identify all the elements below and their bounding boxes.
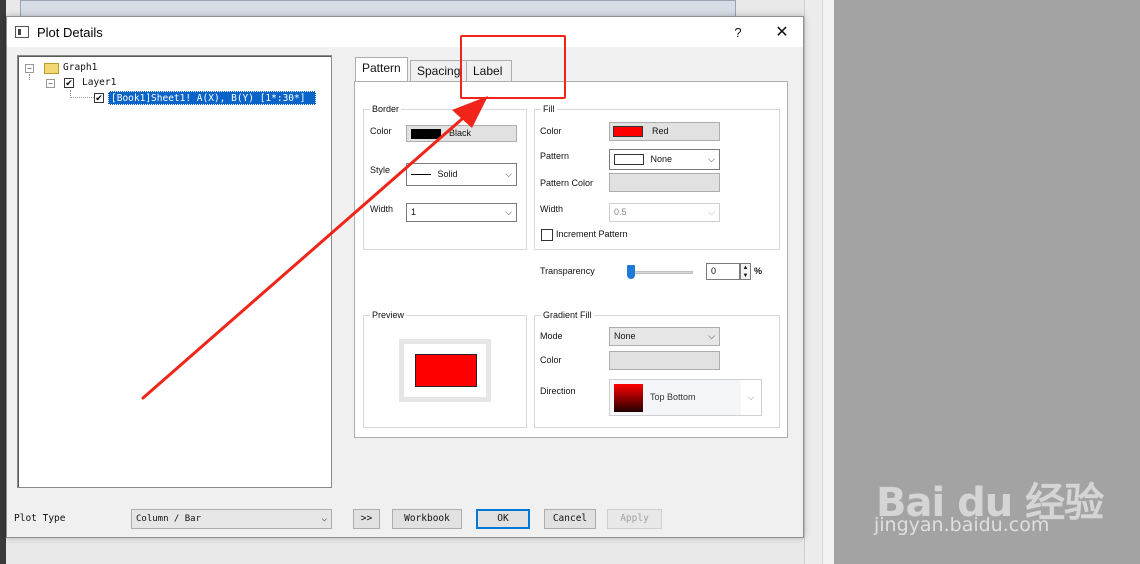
chevron-down-icon: ⌵ <box>708 207 715 217</box>
layer-checkbox[interactable]: ✔ <box>64 78 74 88</box>
chevron-down-icon: ⌵ <box>708 331 715 341</box>
plot-type-value: Column / Bar <box>136 514 202 524</box>
plot-tree[interactable]: − Graph1 − ✔ Layer1 ✔ [Book1]Sheet1! A(X… <box>17 55 332 488</box>
help-button[interactable]: ? <box>723 22 753 44</box>
close-button[interactable]: ✕ <box>767 22 797 44</box>
border-color-swatch <box>411 129 441 139</box>
gradient-mode-value: None <box>614 331 636 341</box>
fill-pattern-value: None <box>650 154 673 164</box>
tree-item-plot[interactable]: [Book1]Sheet1! A(X), B(Y) [1*:30*] <box>108 91 316 105</box>
gradient-group-title: Gradient Fill <box>543 310 592 320</box>
window-icon <box>15 26 29 38</box>
preview-group-title: Preview <box>372 310 405 320</box>
border-width-value: 1 <box>411 207 417 217</box>
folder-icon <box>44 63 59 74</box>
border-width-select[interactable]: 1 ⌵ <box>406 203 517 222</box>
title-bar[interactable]: Plot Details ? ✕ <box>7 17 803 47</box>
pattern-panel: Border Color Black Style Solid ⌵ Width 1… <box>354 81 788 438</box>
gradient-direction-label: Direction <box>540 386 576 396</box>
pattern-swatch <box>614 154 644 166</box>
apply-button[interactable]: Apply <box>607 509 662 529</box>
fill-group-title: Fill <box>543 104 555 114</box>
solid-line-icon <box>411 174 431 176</box>
transparency-label: Transparency <box>540 266 595 276</box>
plot-type-select[interactable]: Column / Bar ⌵ <box>131 509 332 529</box>
pattern-color-button[interactable] <box>609 173 720 192</box>
fill-width-select[interactable]: 0.5 ⌵ <box>609 203 720 222</box>
fill-pattern-label: Pattern <box>540 151 570 161</box>
border-group-title: Border <box>372 104 400 114</box>
transparency-input[interactable]: 0 <box>706 263 740 280</box>
chevron-down-icon: ⌵ <box>741 380 761 415</box>
tab-pattern[interactable]: Pattern <box>355 57 408 81</box>
expand-graph-icon[interactable]: − <box>25 64 34 73</box>
gradient-color-label: Color <box>540 355 562 365</box>
chevron-down-icon: ⌵ <box>708 154 715 164</box>
transparency-slider-thumb[interactable] <box>627 265 635 279</box>
fill-pattern-select[interactable]: None ⌵ <box>609 149 720 170</box>
fill-color-label: Color <box>540 126 562 136</box>
tree-line <box>70 90 94 98</box>
preview-swatch <box>415 354 477 387</box>
background-scrollbar[interactable] <box>822 0 834 564</box>
plot-checkbox[interactable]: ✔ <box>94 93 104 103</box>
increment-pattern-checkbox[interactable] <box>541 229 553 241</box>
gradient-color-button[interactable] <box>609 351 720 370</box>
ok-button[interactable]: OK <box>476 509 530 529</box>
border-color-value: Black <box>449 128 472 138</box>
border-color-button[interactable]: Black <box>406 125 517 142</box>
annotation-highlight-box <box>460 35 566 99</box>
gradient-direction-value: Top Bottom <box>650 392 696 402</box>
border-style-value: Solid <box>437 169 458 179</box>
border-style-label: Style <box>370 165 391 175</box>
gradient-mode-select[interactable]: None ⌵ <box>609 327 720 346</box>
expand-layer-icon[interactable]: − <box>46 79 55 88</box>
gradient-mode-label: Mode <box>540 331 563 341</box>
border-style-select[interactable]: Solid ⌵ <box>406 163 517 186</box>
transparency-track[interactable] <box>627 271 693 274</box>
fill-color-button[interactable]: Red <box>609 122 720 141</box>
fill-width-label: Width <box>540 204 564 214</box>
fill-color-swatch <box>613 126 643 137</box>
tree-line <box>29 74 30 80</box>
tree-item-layer[interactable]: Layer1 <box>82 77 116 88</box>
chevron-down-icon: ⌵ <box>505 207 512 217</box>
expand-button[interactable]: >> <box>353 509 380 529</box>
fill-width-value: 0.5 <box>614 207 627 217</box>
tree-item-graph[interactable]: Graph1 <box>63 62 97 73</box>
chevron-down-icon: ⌵ <box>321 514 327 524</box>
border-width-label: Width <box>370 204 394 214</box>
cancel-button[interactable]: Cancel <box>544 509 596 529</box>
window-title: Plot Details <box>37 25 103 40</box>
transparency-value: 0 <box>711 266 717 276</box>
workbook-button[interactable]: Workbook <box>392 509 462 529</box>
fill-color-value: Red <box>652 126 669 136</box>
border-color-label: Color <box>370 126 392 136</box>
increment-pattern-label: Increment Pattern <box>556 229 628 239</box>
tab-spacing[interactable]: Spacing <box>410 60 468 82</box>
gradient-direction-select[interactable]: Top Bottom ⌵ <box>609 379 762 416</box>
gradient-preview-swatch <box>614 384 643 412</box>
baidu-watermark-url: jingyan.baidu.com <box>874 514 1050 536</box>
transparency-spinner[interactable]: ▲ ▼ <box>740 263 751 280</box>
transparency-unit: % <box>754 266 763 276</box>
chevron-down-icon: ⌵ <box>505 169 512 179</box>
plot-type-label: Plot Type <box>14 513 66 524</box>
pattern-color-label: Pattern Color <box>540 178 594 188</box>
plot-details-dialog: Plot Details ? ✕ − Graph1 − ✔ Layer1 ✔ [… <box>6 16 804 538</box>
